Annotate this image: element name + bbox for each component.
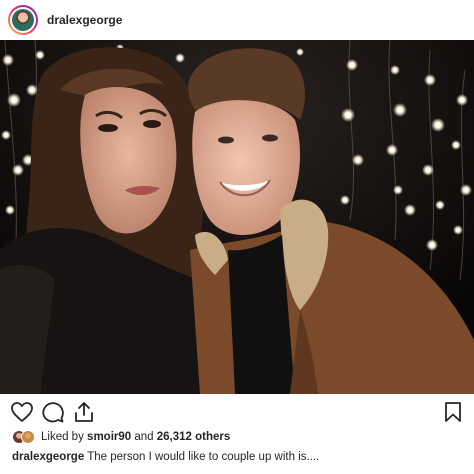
likes-row: Liked by smoir90 and 26,312 others (12, 428, 230, 446)
post-header: dralexgeorge (0, 0, 474, 40)
post-photo[interactable] (0, 40, 474, 394)
action-bar (0, 396, 474, 428)
couple-selfie-image (0, 40, 474, 394)
bookmark-icon[interactable] (441, 400, 465, 424)
comment-icon[interactable] (41, 400, 65, 424)
avatar[interactable] (8, 5, 38, 35)
post-caption: dralexgeorge The person I would like to … (12, 451, 319, 463)
liker-avatar[interactable] (21, 430, 35, 444)
username-link[interactable]: dralexgeorge (47, 13, 122, 27)
likes-summary: Liked by smoir90 and 26,312 others (41, 431, 230, 443)
avatar-image (12, 9, 34, 31)
caption-text: The person I would like to couple up wit… (87, 451, 320, 463)
likes-connector: and (134, 431, 154, 443)
caption-username-link[interactable]: dralexgeorge (12, 451, 84, 463)
heart-icon[interactable] (10, 400, 34, 424)
liker-username-link[interactable]: smoir90 (87, 431, 131, 443)
share-icon[interactable] (72, 400, 96, 424)
likes-count-link[interactable]: 26,312 others (157, 431, 231, 443)
likes-prefix: Liked by (41, 431, 84, 443)
